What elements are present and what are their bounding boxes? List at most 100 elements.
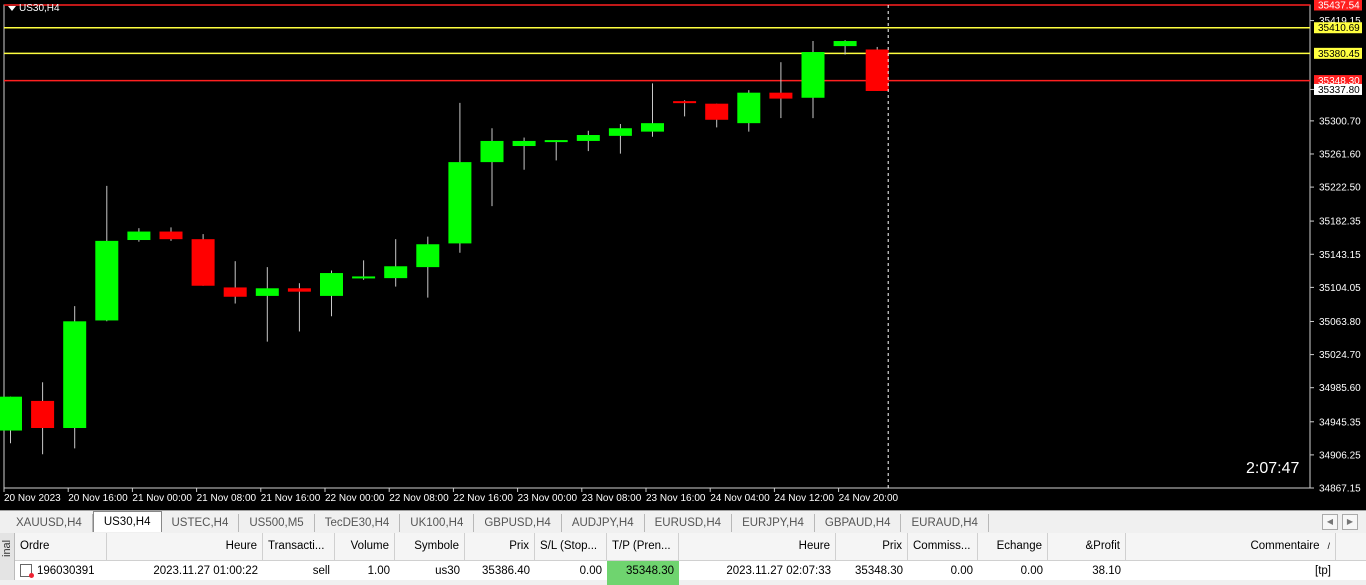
bullish-candle[interactable]	[448, 162, 472, 244]
chart-tab-gbpusd-h4[interactable]: GBPUSD,H4	[474, 514, 562, 532]
column-header[interactable]: Symbole	[395, 533, 465, 560]
bearish-candle[interactable]	[159, 231, 183, 240]
cell-value: sell	[312, 565, 330, 577]
bearish-candle[interactable]	[673, 101, 697, 104]
bullish-candle[interactable]	[320, 273, 343, 296]
scroll-left-icon[interactable]: ◀	[1322, 514, 1338, 530]
table-header: Ordre Heure Transacti... Volume Symbole Prix S…	[15, 533, 1366, 561]
chart-tab-gbpaud-h4[interactable]: GBPAUD,H4	[815, 514, 902, 532]
column-header[interactable]: &Profit	[1048, 533, 1126, 560]
table-cell: sell	[263, 561, 335, 585]
chart-tab-ustec-h4[interactable]: USTEC,H4	[162, 514, 240, 532]
price-chart[interactable]: 35419.1535337.8035300.7035261.6035222.50…	[0, 0, 1366, 510]
time-tick-label: 21 Nov 08:00	[197, 493, 257, 504]
price-level-tag-label: 35437.54	[1318, 1, 1360, 12]
table-cell: 38.10	[1048, 561, 1126, 585]
price-level-tag-label: 35337.80	[1318, 85, 1360, 96]
sell-order-icon	[20, 564, 34, 579]
chart-tab-audjpy-h4[interactable]: AUDJPY,H4	[562, 514, 645, 532]
bearish-candle[interactable]	[705, 103, 729, 120]
cell-value: 35386.40	[482, 565, 530, 577]
table-cell: us30	[395, 561, 465, 585]
bullish-candle[interactable]	[737, 92, 761, 124]
candlestick-chart[interactable]: 35419.1535337.8035300.7035261.6035222.50…	[0, 0, 1366, 510]
column-header-label: T/P (Pren...	[612, 540, 671, 552]
table-cell: 0.00	[978, 561, 1048, 585]
cell-value: [tp]	[1315, 565, 1331, 577]
chart-tab-eurusd-h4[interactable]: EURUSD,H4	[645, 514, 733, 532]
table-cell: 0.00	[535, 561, 607, 585]
time-tick-label: 23 Nov 16:00	[646, 493, 706, 504]
chart-tab-tecde30-h4[interactable]: TecDE30,H4	[315, 514, 401, 532]
column-header[interactable]: T/P (Pren...	[607, 533, 679, 560]
bearish-candle[interactable]	[287, 288, 311, 292]
column-header[interactable]: S/L (Stop...	[535, 533, 607, 560]
time-tick-label: 24 Nov 04:00	[710, 493, 770, 504]
price-tick-label: 35261.60	[1319, 149, 1361, 160]
bullish-candle[interactable]	[480, 140, 504, 163]
chart-tab-euraud-h4[interactable]: EURAUD,H4	[901, 514, 989, 532]
bullish-candle[interactable]	[0, 396, 22, 431]
time-tick-label: 23 Nov 08:00	[582, 493, 642, 504]
bullish-candle[interactable]	[576, 135, 600, 141]
table-cell: 35386.40	[465, 561, 535, 585]
column-header-label: Prix	[882, 540, 902, 552]
column-header[interactable]: Volume	[335, 533, 395, 560]
column-header[interactable]: Ordre	[15, 533, 107, 560]
bearish-candle[interactable]	[223, 287, 247, 297]
bearish-candle[interactable]	[191, 239, 215, 286]
bullish-candle[interactable]	[833, 41, 857, 47]
bullish-candle[interactable]	[801, 52, 825, 98]
bullish-candle[interactable]	[512, 140, 536, 147]
bullish-candle[interactable]	[544, 140, 568, 143]
chart-tab-bar: XAUUSD,H4 US30,H4 USTEC,H4 US500,M5 TecDE30,…	[0, 510, 1366, 532]
bullish-candle[interactable]	[95, 240, 119, 321]
scroll-right-icon[interactable]: ▶	[1342, 514, 1358, 530]
dropdown-arrow-icon[interactable]	[8, 6, 16, 11]
bearish-candle[interactable]	[769, 92, 793, 99]
bullish-candle[interactable]	[352, 276, 376, 279]
time-tick-label: 24 Nov 12:00	[774, 493, 834, 504]
table-row[interactable]: 196030391 2023.11.27 01:00:22 sell 1.00 us30…	[15, 561, 1366, 585]
price-tick-label: 34985.60	[1319, 383, 1361, 394]
time-tick-label: 23 Nov 00:00	[518, 493, 578, 504]
bullish-candle[interactable]	[63, 321, 87, 429]
cell-value: 2023.11.27 02:07:33	[726, 565, 831, 577]
column-header[interactable]: Commentaire /	[1126, 533, 1336, 560]
chart-tab-uk100-h4[interactable]: UK100,H4	[400, 514, 475, 532]
bullish-candle[interactable]	[127, 231, 151, 241]
bullish-candle[interactable]	[416, 244, 440, 268]
bearish-candle[interactable]	[865, 49, 889, 91]
column-header[interactable]: Prix	[465, 533, 535, 560]
bullish-candle[interactable]	[384, 266, 408, 279]
terminal-side-tab[interactable]: inal	[0, 533, 15, 580]
column-header[interactable]: Transacti...	[263, 533, 335, 560]
table-body: 196030391 2023.11.27 01:00:22 sell 1.00 us30…	[15, 561, 1366, 585]
column-header[interactable]: Heure	[679, 533, 836, 560]
price-tick-label: 35104.05	[1319, 283, 1361, 294]
column-header-label: Commentaire	[1250, 540, 1320, 552]
bullish-candle[interactable]	[641, 123, 664, 132]
cell-value: 0.00	[950, 565, 973, 577]
column-header-label: Commiss...	[913, 540, 971, 552]
chart-tab-us500-m5[interactable]: US500,M5	[239, 514, 315, 532]
bullish-candle[interactable]	[255, 288, 279, 296]
column-header-label: S/L (Stop...	[540, 540, 598, 552]
bullish-candle[interactable]	[608, 128, 632, 136]
bearish-candle[interactable]	[31, 400, 55, 429]
time-tick-label: 22 Nov 16:00	[453, 493, 513, 504]
cell-value: 35348.30	[855, 565, 903, 577]
chart-tab-eurjpy-h4[interactable]: EURJPY,H4	[732, 514, 815, 532]
table-cell: 0.00	[908, 561, 978, 585]
column-header[interactable]: Heure	[107, 533, 263, 560]
price-tick-label: 34867.15	[1319, 484, 1361, 495]
column-header[interactable]: Commiss...	[908, 533, 978, 560]
table-cell: [tp]	[1126, 561, 1336, 585]
column-header-label: Echange	[996, 540, 1042, 552]
cell-value: 0.00	[579, 565, 602, 577]
time-tick-label: 20 Nov 16:00	[68, 493, 128, 504]
column-header[interactable]: Prix	[836, 533, 908, 560]
chart-tab-us30-h4[interactable]: US30,H4	[92, 511, 162, 532]
column-header[interactable]: Echange	[978, 533, 1048, 560]
chart-tab-xauusd-h4[interactable]: XAUUSD,H4	[6, 514, 93, 532]
